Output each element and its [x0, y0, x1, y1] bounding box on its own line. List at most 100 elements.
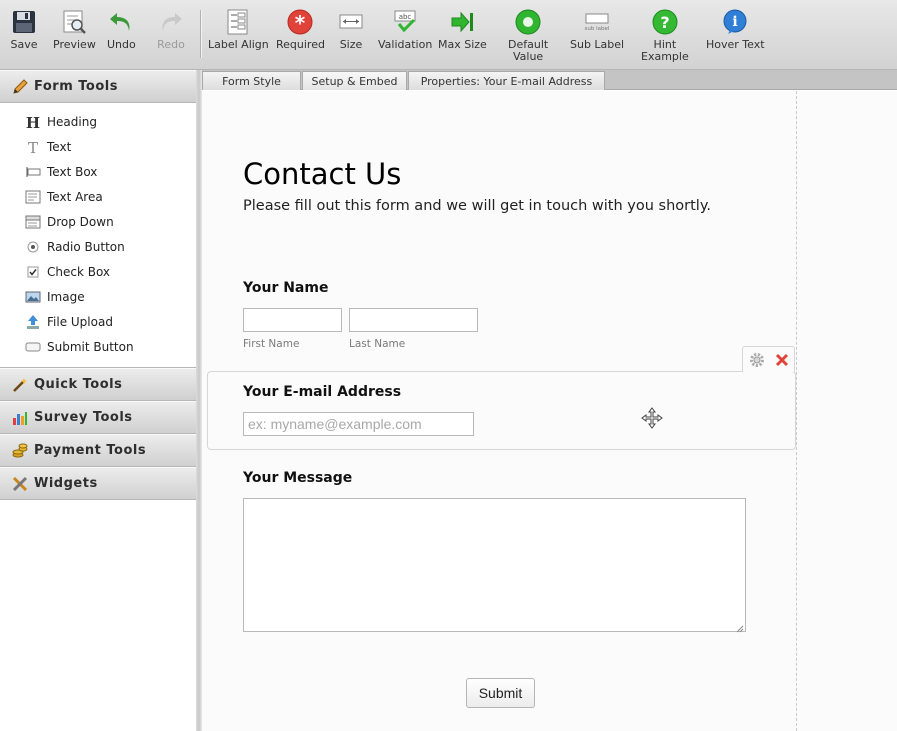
last-name-input[interactable]: [349, 308, 478, 332]
hint-example-button[interactable]: ? Hint Example: [641, 8, 689, 63]
preview-button[interactable]: Preview: [53, 8, 96, 51]
submit-button[interactable]: Submit: [466, 678, 535, 708]
validation-label: Validation: [378, 38, 433, 51]
tool-list: H Heading T Text Text Box Text Area Drop…: [0, 103, 199, 368]
toolbar-divider: [200, 10, 201, 58]
category-quick-tools[interactable]: Quick Tools: [0, 368, 199, 401]
required-icon: *: [286, 8, 314, 36]
field-actions: [742, 346, 795, 372]
label-align-label: Label Align: [208, 38, 269, 51]
image-icon: [25, 289, 41, 305]
bar-chart-icon: [12, 410, 28, 426]
toolbar: Save Preview Undo Redo Label Align * Req…: [0, 0, 897, 70]
selected-field-highlight[interactable]: [207, 371, 796, 450]
tool-label: File Upload: [47, 314, 113, 329]
tool-radio-button[interactable]: Radio Button: [0, 234, 199, 259]
category-label: Form Tools: [34, 79, 118, 94]
tab-properties[interactable]: Properties: Your E-mail Address: [408, 71, 605, 90]
wand-icon: [12, 377, 28, 393]
move-icon[interactable]: [641, 407, 663, 432]
tool-file-upload[interactable]: File Upload: [0, 309, 199, 334]
textarea-icon: [25, 189, 41, 205]
tool-label: Image: [47, 289, 85, 304]
category-label: Survey Tools: [34, 410, 133, 425]
name-label[interactable]: Your Name: [243, 280, 328, 296]
category-label: Widgets: [34, 476, 98, 491]
tab-form-style[interactable]: Form Style: [202, 71, 301, 90]
submit-icon: [25, 339, 41, 355]
sub-label-button[interactable]: sub label Sub Label: [570, 8, 624, 51]
message-label[interactable]: Your Message: [243, 470, 352, 486]
validation-icon: abc: [391, 8, 419, 36]
category-survey-tools[interactable]: Survey Tools: [0, 401, 199, 434]
radio-icon: [25, 239, 41, 255]
tool-label: Heading: [47, 114, 97, 129]
sidebar: Form Tools H Heading T Text Text Box Tex…: [0, 70, 200, 731]
default-value-label-line2: Value: [512, 50, 544, 63]
sub-label-label: Sub Label: [570, 38, 625, 51]
redo-icon: [157, 8, 185, 36]
hover-text-label: Hover Text: [706, 38, 765, 51]
category-widgets[interactable]: Widgets: [0, 467, 199, 500]
email-input[interactable]: [243, 412, 474, 436]
redo-button[interactable]: Redo: [157, 8, 185, 51]
category-label: Quick Tools: [34, 377, 123, 392]
tool-label: Text Area: [47, 189, 103, 204]
save-button[interactable]: Save: [10, 8, 38, 51]
email-label[interactable]: Your E-mail Address: [243, 384, 401, 400]
first-name-input[interactable]: [243, 308, 342, 332]
default-value-button[interactable]: Default Value: [508, 8, 548, 63]
svg-text:?: ?: [660, 13, 669, 32]
hover-text-button[interactable]: i Hover Text: [706, 8, 765, 51]
delete-icon[interactable]: [774, 352, 790, 371]
tool-heading[interactable]: H Heading: [0, 109, 199, 134]
tool-text-area[interactable]: Text Area: [0, 184, 199, 209]
hint-example-label-line2: Example: [641, 50, 689, 63]
size-label: Size: [339, 38, 363, 51]
textbox-icon: [25, 164, 41, 180]
default-value-icon: [514, 8, 542, 36]
tool-label: Radio Button: [47, 239, 125, 254]
preview-label: Preview: [53, 38, 96, 51]
category-label: Payment Tools: [34, 443, 147, 458]
message-textarea[interactable]: [243, 498, 746, 633]
label-align-icon: [224, 8, 252, 36]
validation-icon-text: abc: [399, 13, 412, 21]
resize-grip-icon[interactable]: [736, 622, 744, 633]
save-icon: [10, 8, 38, 36]
last-name-sublabel: Last Name: [349, 338, 406, 350]
label-align-button[interactable]: Label Align: [208, 8, 269, 51]
tool-label: Check Box: [47, 264, 111, 279]
tool-label: Submit Button: [47, 339, 134, 354]
tool-label: Text Box: [47, 164, 98, 179]
category-payment-tools[interactable]: Payment Tools: [0, 434, 199, 467]
size-button[interactable]: Size: [337, 8, 365, 51]
tool-text[interactable]: T Text: [0, 134, 199, 159]
tool-label: Text: [47, 139, 72, 154]
form-subtitle[interactable]: Please fill out this form and we will ge…: [243, 198, 711, 214]
pencil-icon: [12, 78, 28, 95]
max-size-button[interactable]: Max Size: [438, 8, 487, 51]
text-icon: T: [25, 139, 41, 155]
category-form-tools[interactable]: Form Tools: [0, 70, 199, 103]
tool-submit-button[interactable]: Submit Button: [0, 334, 199, 359]
first-name-sublabel: First Name: [243, 338, 300, 350]
redo-label: Redo: [157, 38, 185, 51]
dropdown-icon: [25, 214, 41, 230]
tool-image[interactable]: Image: [0, 284, 199, 309]
heading-icon: H: [25, 114, 41, 130]
coins-icon: [12, 443, 28, 459]
tool-label: Drop Down: [47, 214, 114, 229]
tool-text-box[interactable]: Text Box: [0, 159, 199, 184]
undo-button[interactable]: Undo: [107, 8, 136, 51]
required-button[interactable]: * Required: [276, 8, 325, 51]
validation-button[interactable]: abc Validation: [378, 8, 432, 51]
form-title[interactable]: Contact Us: [243, 157, 401, 191]
sub-label-icon-text: sub label: [585, 26, 610, 32]
tool-check-box[interactable]: Check Box: [0, 259, 199, 284]
size-icon: [337, 8, 365, 36]
tab-setup-embed[interactable]: Setup & Embed: [302, 71, 407, 90]
tool-drop-down[interactable]: Drop Down: [0, 209, 199, 234]
settings-gear-icon[interactable]: [749, 352, 765, 371]
checkbox-icon: [25, 264, 41, 280]
